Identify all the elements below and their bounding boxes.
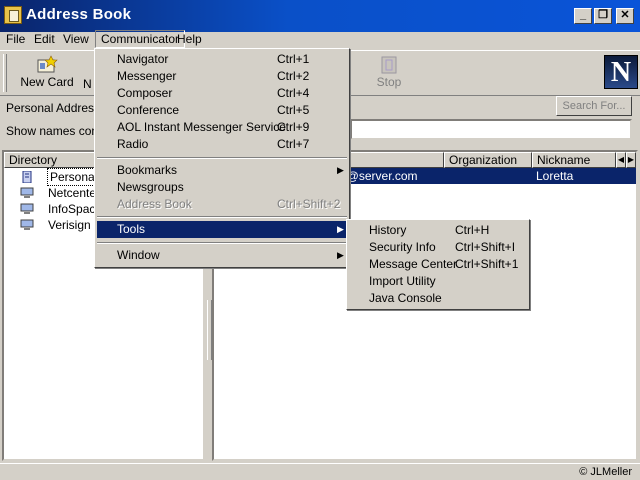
scroll-right-button[interactable]: ▶ [626,152,636,168]
menu-item-label: History [369,223,407,237]
maximize-button[interactable]: ❐ [594,8,612,24]
minimize-icon: _ [579,9,587,21]
menu-item-label: Navigator [117,52,169,66]
row-email: e@server.com [340,169,418,183]
menu-file[interactable]: File [1,30,30,48]
triangle-left-icon: ◀ [617,155,625,164]
menu-view[interactable]: View [58,30,94,48]
menu-item-label: Composer [117,86,173,100]
new-card-button[interactable]: New Card [18,53,76,93]
column-header-nickname[interactable]: Nickname [532,152,616,168]
menu-item-shortcut: Ctrl+4 [277,86,310,100]
menu-item-messenger[interactable]: Messenger Ctrl+2 [97,68,347,85]
column-header-organization[interactable]: Organization [444,152,532,168]
scroll-left-button[interactable]: ◀ [616,152,626,168]
status-bar [0,463,640,480]
menu-item-import-utility[interactable]: Import Utility [349,273,527,290]
menu-item-label: AOL Instant Messenger Service [117,120,286,134]
title-bar: Address Book _ ❐ ✕ [0,0,640,32]
menu-item-label: Conference [117,103,180,117]
menu-item-shortcut: Ctrl+7 [277,137,310,151]
menu-item-label: Tools [117,222,146,236]
menu-item-tools[interactable]: Tools ▶ [97,221,347,238]
stop-icon [381,56,397,74]
menu-item-composer[interactable]: Composer Ctrl+4 [97,85,347,102]
stop-button[interactable]: Stop [372,53,406,93]
computer-icon [20,219,34,230]
submenu-arrow-icon: ▶ [337,224,344,234]
menu-item-bookmarks[interactable]: Bookmarks ▶ [97,162,347,179]
menu-item-label: Import Utility [369,274,436,288]
new-list-label: N [83,77,92,91]
stop-label: Stop [376,75,402,89]
menu-item-radio[interactable]: Radio Ctrl+7 [97,136,347,153]
menu-item-history[interactable]: History Ctrl+H [349,222,527,239]
window-title: Address Book [26,6,132,23]
triangle-right-icon: ▶ [627,155,635,164]
new-card-icon [37,55,58,73]
minimize-button[interactable]: _ [574,8,592,24]
close-button[interactable]: ✕ [616,8,634,24]
menu-separator [97,157,347,159]
menu-item-address-book: Address Book Ctrl+Shift+2 [97,196,347,213]
menu-item-navigator[interactable]: Navigator Ctrl+1 [97,51,347,68]
menu-item-shortcut: Ctrl+Shift+1 [455,257,519,271]
menu-item-aol-instant-messenger[interactable]: AOL Instant Messenger Service Ctrl+9 [97,119,347,136]
menu-item-shortcut: Ctrl+9 [277,120,310,134]
menu-bar: File Edit View Communicator Help [0,30,640,48]
menu-item-java-console[interactable]: Java Console [349,290,527,307]
menu-item-shortcut: Ctrl+H [455,223,490,237]
menu-item-newsgroups[interactable]: Newsgroups [97,179,347,196]
new-card-label: New Card [20,75,74,89]
menu-item-conference[interactable]: Conference Ctrl+5 [97,102,347,119]
menu-item-label: Messenger [117,69,177,83]
menu-item-label: Java Console [369,291,442,305]
menu-item-label: Security Info [369,240,436,254]
menu-item-shortcut: Ctrl+1 [277,52,310,66]
search-for-button[interactable]: Search For... [556,96,632,116]
menu-item-window[interactable]: Window ▶ [97,247,347,264]
menu-item-shortcut: Ctrl+5 [277,103,310,117]
new-list-button[interactable]: N [80,53,94,93]
menu-separator [97,242,347,244]
menu-edit[interactable]: Edit [29,30,60,48]
menu-item-message-center[interactable]: Message Center Ctrl+Shift+1 [349,256,527,273]
submenu-arrow-icon: ▶ [337,250,344,260]
close-icon: ✕ [620,9,630,21]
communicator-menu: Navigator Ctrl+1 Messenger Ctrl+2 Compos… [94,48,350,268]
address-book-icon [22,171,32,183]
menu-item-label: Bookmarks [117,163,178,177]
menu-item-security-info[interactable]: Security Info Ctrl+Shift+I [349,239,527,256]
show-names-label: Show names conta [6,124,109,138]
tools-submenu: History Ctrl+H Security Info Ctrl+Shift+… [346,219,530,310]
copyright-text: © JLMeller [579,466,632,478]
row-nickname: Loretta [536,169,574,183]
menu-separator [97,216,347,218]
menu-item-label: Radio [117,137,149,151]
menu-item-shortcut: Ctrl+2 [277,69,310,83]
menu-item-shortcut: Ctrl+Shift+I [455,240,516,254]
menu-item-shortcut: Ctrl+Shift+2 [277,197,341,211]
menu-help[interactable]: Help [172,30,207,48]
submenu-arrow-icon: ▶ [337,165,344,175]
restore-icon: ❐ [598,9,608,21]
show-names-input[interactable] [350,119,632,140]
directory-item-label: Netcenter [48,186,101,200]
address-book-icon[interactable] [4,6,22,24]
toolbar-grip[interactable] [3,54,7,92]
computer-icon [20,203,34,214]
menu-item-label: Newsgroups [117,180,184,194]
computer-icon [20,187,34,198]
menu-item-label: Address Book [117,197,192,211]
menu-item-label: Message Center [369,257,458,271]
netscape-logo[interactable]: N [604,55,638,89]
menu-item-label: Window [117,248,160,262]
